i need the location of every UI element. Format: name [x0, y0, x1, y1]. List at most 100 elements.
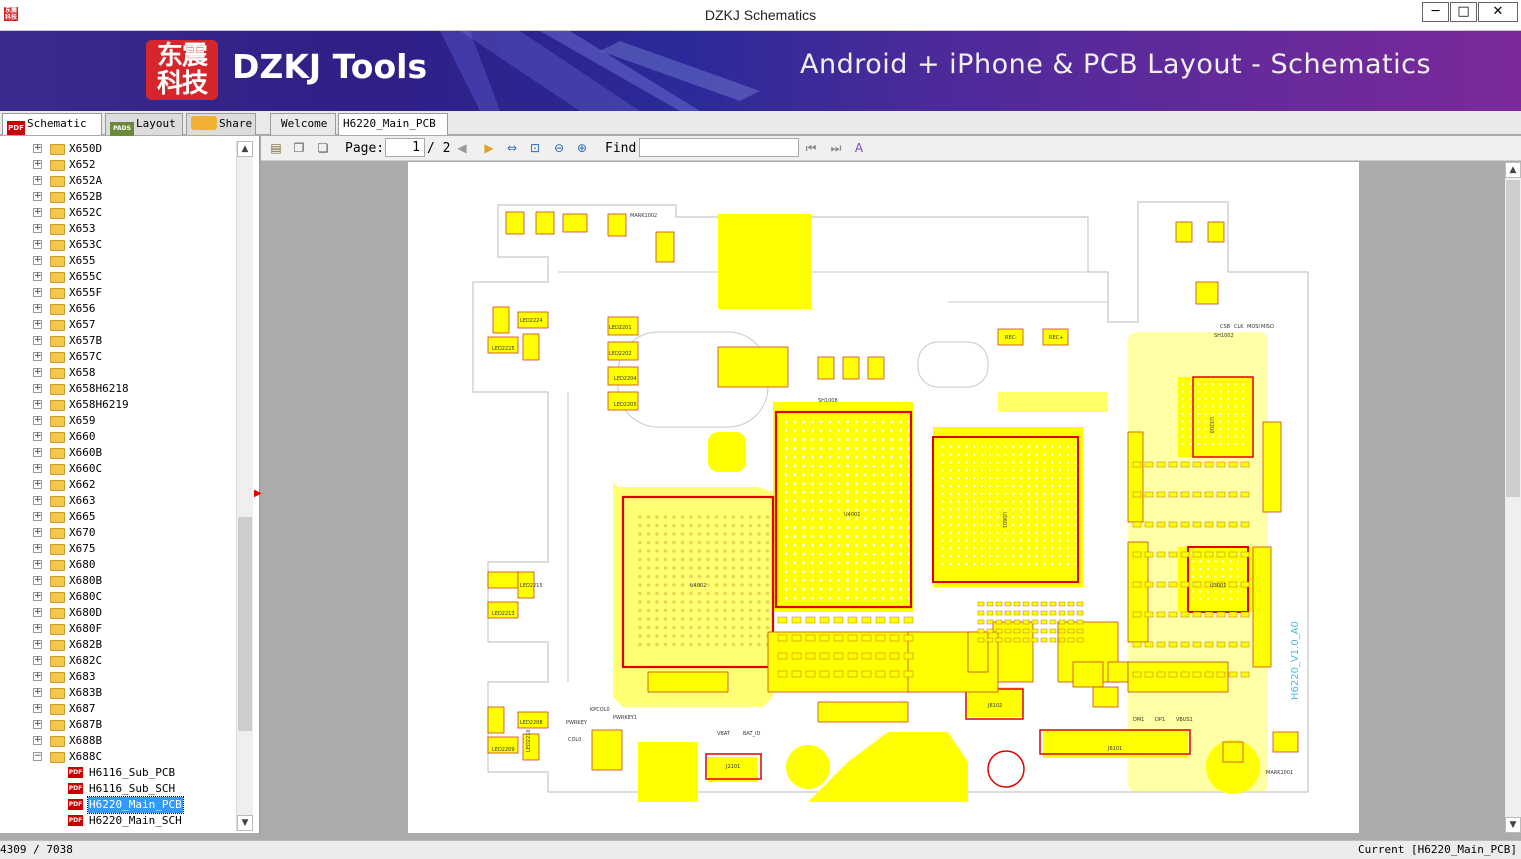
- tree-folder-x683[interactable]: + X683: [0, 669, 236, 685]
- expand-icon[interactable]: +: [33, 352, 42, 361]
- tree-folder-x660[interactable]: + X660: [0, 429, 236, 445]
- expand-icon[interactable]: +: [33, 384, 42, 393]
- viewer-scrollbar[interactable]: ▲ ▼: [1505, 162, 1521, 833]
- viewer-scroll-down-icon[interactable]: ▼: [1505, 817, 1521, 833]
- expand-icon[interactable]: +: [33, 592, 42, 601]
- expand-icon[interactable]: +: [33, 160, 42, 169]
- tree-folder-x662[interactable]: + X662: [0, 477, 236, 493]
- tree-folder-x652b[interactable]: + X652B: [0, 189, 236, 205]
- tree-file-h6220-main-sch[interactable]: PDF H6220_Main_SCH: [0, 813, 236, 829]
- tree-folder-x670[interactable]: + X670: [0, 525, 236, 541]
- expand-icon[interactable]: +: [33, 608, 42, 617]
- expand-icon[interactable]: +: [33, 320, 42, 329]
- tree-folder-x652c[interactable]: + X652C: [0, 205, 236, 221]
- tree-folder-x657[interactable]: + X657: [0, 317, 236, 333]
- zoom-in-icon[interactable]: ⊕: [574, 140, 590, 156]
- tree-folder-x687[interactable]: + X687: [0, 701, 236, 717]
- tab-current-doc[interactable]: H6220_Main_PCB ✕: [338, 113, 448, 150]
- scroll-up-icon[interactable]: ▲: [237, 141, 253, 157]
- tree-folder-x683b[interactable]: + X683B: [0, 685, 236, 701]
- find-prev-icon[interactable]: ⏮: [803, 140, 819, 156]
- tree-scroll-thumb[interactable]: [238, 517, 252, 731]
- tree-folder-x680[interactable]: + X680: [0, 557, 236, 573]
- expand-icon[interactable]: +: [33, 576, 42, 585]
- tree-folder-x655c[interactable]: + X655C: [0, 269, 236, 285]
- zoom-out-icon[interactable]: ⊖: [551, 140, 567, 156]
- tree-file-h6116-sub-sch[interactable]: PDF H6116_Sub_SCH: [0, 781, 236, 797]
- minimize-button[interactable]: ─: [1422, 2, 1449, 22]
- expand-icon[interactable]: +: [33, 432, 42, 441]
- expand-icon[interactable]: +: [33, 688, 42, 697]
- tree-folder-x653c[interactable]: + X653C: [0, 237, 236, 253]
- tree-folder-x658h6218[interactable]: + X658H6218: [0, 381, 236, 397]
- expand-icon[interactable]: +: [33, 336, 42, 345]
- expand-icon[interactable]: +: [33, 288, 42, 297]
- highlight-icon[interactable]: A: [851, 140, 867, 156]
- tree-folder-x652[interactable]: + X652: [0, 157, 236, 173]
- expand-icon[interactable]: +: [33, 512, 42, 521]
- tree-file-h6220-main-pcb[interactable]: PDF H6220_Main_PCB: [0, 796, 236, 814]
- page-input[interactable]: 1: [385, 138, 425, 157]
- tree-folder-x682c[interactable]: + X682C: [0, 653, 236, 669]
- prev-page-icon[interactable]: ◀: [454, 140, 470, 156]
- expand-icon[interactable]: +: [33, 448, 42, 457]
- next-page-icon[interactable]: ▶: [481, 140, 497, 156]
- expand-icon[interactable]: +: [33, 656, 42, 665]
- copy-icon[interactable]: ❐: [291, 140, 307, 156]
- tree-folder-x655[interactable]: + X655: [0, 253, 236, 269]
- tree-folder-x680f[interactable]: + X680F: [0, 621, 236, 637]
- tree-folder-x665[interactable]: + X665: [0, 509, 236, 525]
- tree-folder-x682b[interactable]: + X682B: [0, 637, 236, 653]
- expand-icon[interactable]: +: [33, 544, 42, 553]
- collapse-icon[interactable]: −: [33, 752, 42, 761]
- expand-icon[interactable]: +: [33, 272, 42, 281]
- viewer-scroll-up-icon[interactable]: ▲: [1505, 162, 1521, 178]
- tree-folder-x655f[interactable]: + X655F: [0, 285, 236, 301]
- open-icon[interactable]: ▤: [268, 140, 284, 156]
- expand-icon[interactable]: +: [33, 704, 42, 713]
- viewer-scroll-thumb[interactable]: [1506, 180, 1520, 497]
- close-button[interactable]: ✕: [1478, 2, 1518, 22]
- expand-icon[interactable]: +: [33, 736, 42, 745]
- expand-icon[interactable]: +: [33, 464, 42, 473]
- expand-icon[interactable]: +: [33, 624, 42, 633]
- tree-folder-x658h6219[interactable]: + X658H6219: [0, 397, 236, 413]
- expand-icon[interactable]: +: [33, 144, 42, 153]
- tree-folder-x687b[interactable]: + X687B: [0, 717, 236, 733]
- tree-folder-x663[interactable]: + X663: [0, 493, 236, 509]
- expand-icon[interactable]: +: [33, 176, 42, 185]
- expand-icon[interactable]: +: [33, 304, 42, 313]
- tree-folder-x680c[interactable]: + X680C: [0, 589, 236, 605]
- expand-icon[interactable]: +: [33, 208, 42, 217]
- expand-icon[interactable]: +: [33, 400, 42, 409]
- fit-width-icon[interactable]: ⇔: [504, 140, 520, 156]
- expand-icon[interactable]: +: [33, 256, 42, 265]
- expand-icon[interactable]: +: [33, 640, 42, 649]
- expand-icon[interactable]: +: [33, 720, 42, 729]
- tab-schematic[interactable]: PDF Schematic: [2, 113, 102, 135]
- tree-folder-x688c[interactable]: − X688C: [0, 749, 236, 765]
- document-viewer[interactable]: U4001 U4002 U0601 U3001 U3200 J6101 J610…: [261, 162, 1505, 833]
- tree-file-h6116-sub-pcb[interactable]: PDF H6116_Sub_PCB: [0, 765, 236, 781]
- scroll-down-icon[interactable]: ▼: [237, 815, 253, 831]
- tab-layout[interactable]: PADS Layout: [105, 113, 183, 136]
- tree-folder-x660c[interactable]: + X660C: [0, 461, 236, 477]
- expand-icon[interactable]: +: [33, 368, 42, 377]
- tree-scrollbar[interactable]: ▲ ▼: [236, 141, 253, 831]
- tree-folder-x680d[interactable]: + X680D: [0, 605, 236, 621]
- expand-icon[interactable]: +: [33, 224, 42, 233]
- expand-icon[interactable]: +: [33, 416, 42, 425]
- tree-folder-x656[interactable]: + X656: [0, 301, 236, 317]
- tree-folder-x652a[interactable]: + X652A: [0, 173, 236, 189]
- tree-folder-x659[interactable]: + X659: [0, 413, 236, 429]
- tree-folder-x653[interactable]: + X653: [0, 221, 236, 237]
- tab-share[interactable]: Share: [186, 113, 256, 135]
- expand-icon[interactable]: +: [33, 528, 42, 537]
- find-input[interactable]: [639, 138, 799, 157]
- tree-folder-x680b[interactable]: + X680B: [0, 573, 236, 589]
- expand-icon[interactable]: +: [33, 672, 42, 681]
- tree-folder-x658[interactable]: + X658: [0, 365, 236, 381]
- expand-icon[interactable]: +: [33, 240, 42, 249]
- fit-page-icon[interactable]: ⊡: [527, 140, 543, 156]
- tree-folder-x657c[interactable]: + X657C: [0, 349, 236, 365]
